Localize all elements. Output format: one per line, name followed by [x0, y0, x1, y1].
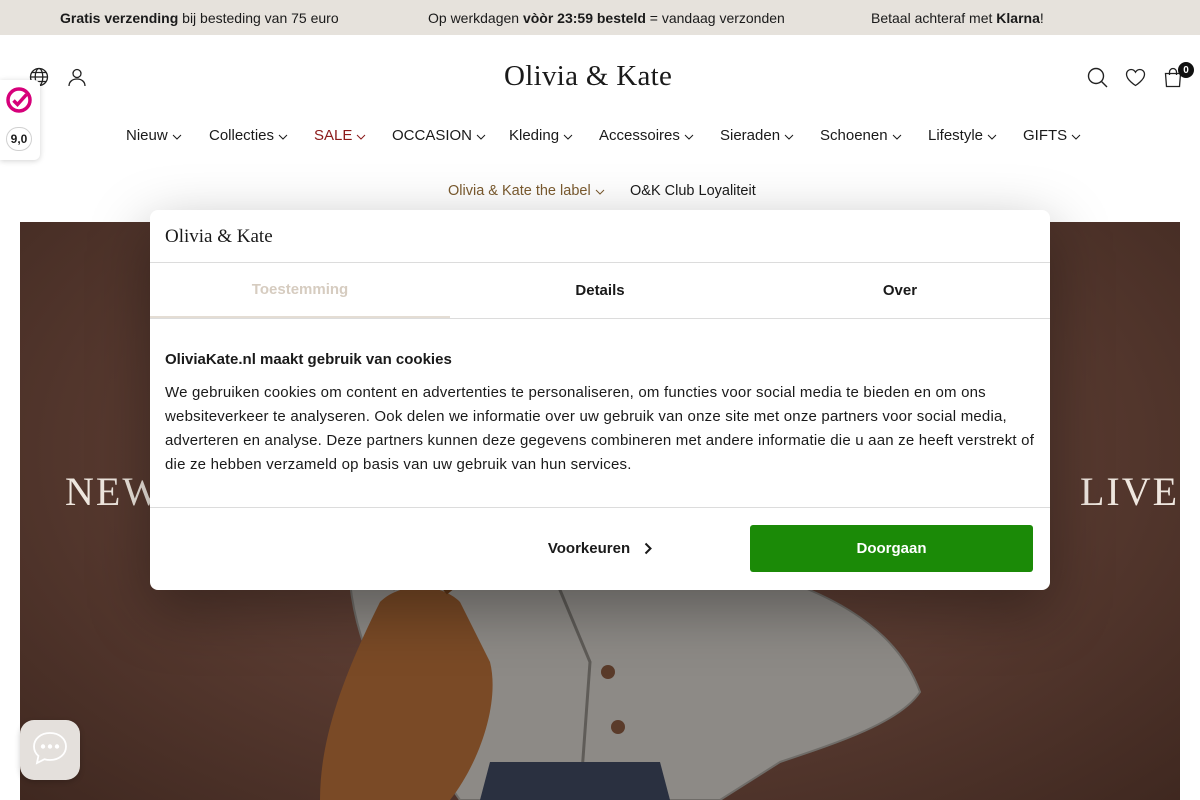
chevron-down-icon	[1071, 127, 1081, 144]
dialog-divider	[150, 318, 1050, 319]
rating-widget[interactable]: 9,0	[0, 80, 40, 160]
cart-count-badge: 0	[1178, 62, 1194, 78]
announcement-shipping: Gratis verzending bij besteding van 75 e…	[60, 10, 339, 26]
chevron-down-icon	[172, 127, 182, 144]
preferences-button-label: Voorkeuren	[547, 540, 631, 557]
nav-item-sieraden[interactable]: Sieraden	[720, 127, 794, 144]
site-logo[interactable]: Olivia & Kate	[504, 60, 672, 93]
nav-item-sale[interactable]: SALE	[314, 127, 366, 144]
chevron-right-icon	[644, 542, 653, 555]
nav-item-gifts[interactable]: GIFTS	[1023, 127, 1081, 144]
nav-item-schoenen[interactable]: Schoenen	[820, 127, 902, 144]
hero-title-left: NEW	[65, 469, 163, 514]
chevron-down-icon	[476, 127, 486, 144]
chat-bubble-icon	[31, 730, 69, 771]
nav-item-lifestyle[interactable]: Lifestyle	[928, 127, 997, 144]
tab-over[interactable]: Over	[750, 263, 1050, 318]
chevron-down-icon	[595, 183, 605, 199]
nav-item-kleding[interactable]: Kleding	[509, 127, 573, 144]
user-icon[interactable]	[66, 66, 88, 88]
chevron-down-icon	[356, 127, 366, 144]
chevron-down-icon	[987, 127, 997, 144]
announcement-bar: Gratis verzending bij besteding van 75 e…	[0, 0, 1200, 35]
hero-title-right: LIVE	[1080, 469, 1180, 514]
dialog-divider	[150, 507, 1050, 508]
nav-item-the-label[interactable]: Olivia & Kate the label	[448, 183, 605, 199]
rating-score: 9,0	[6, 127, 32, 151]
dialog-logo: Olivia & Kate	[165, 226, 273, 247]
rating-logo-icon	[5, 86, 34, 120]
announcement-delivery: Op werkdagen vòòr 23:59 besteld = vandaa…	[428, 10, 785, 26]
chevron-down-icon	[784, 127, 794, 144]
nav-item-occasion[interactable]: OCCASION	[392, 127, 486, 144]
heart-icon[interactable]	[1124, 66, 1146, 88]
chevron-down-icon	[278, 127, 288, 144]
tab-toestemming[interactable]: Toestemming	[150, 263, 450, 318]
dialog-heading: OliviaKate.nl maakt gebruik van cookies	[165, 351, 452, 368]
chevron-down-icon	[684, 127, 694, 144]
search-icon[interactable]	[1086, 66, 1108, 88]
nav-item-collecties[interactable]: Collecties	[209, 127, 288, 144]
chevron-down-icon	[892, 127, 902, 144]
nav-item-loyalty-club[interactable]: O&K Club Loyaliteit	[630, 183, 756, 199]
nav-item-nieuw[interactable]: Nieuw	[126, 127, 182, 144]
chat-button[interactable]	[20, 720, 80, 780]
cookie-consent-dialog: Olivia & Kate Toestemming Details Over O…	[150, 210, 1050, 590]
dialog-body-text: We gebruiken cookies om content en adver…	[165, 384, 1035, 473]
accept-button[interactable]: Doorgaan	[750, 525, 1033, 572]
tab-details[interactable]: Details	[450, 263, 750, 318]
chevron-down-icon	[563, 127, 573, 144]
preferences-button[interactable]: Voorkeuren	[525, 525, 675, 572]
nav-item-accessoires[interactable]: Accessoires	[599, 127, 694, 144]
announcement-payment: Betaal achteraf met Klarna!	[871, 10, 1044, 26]
